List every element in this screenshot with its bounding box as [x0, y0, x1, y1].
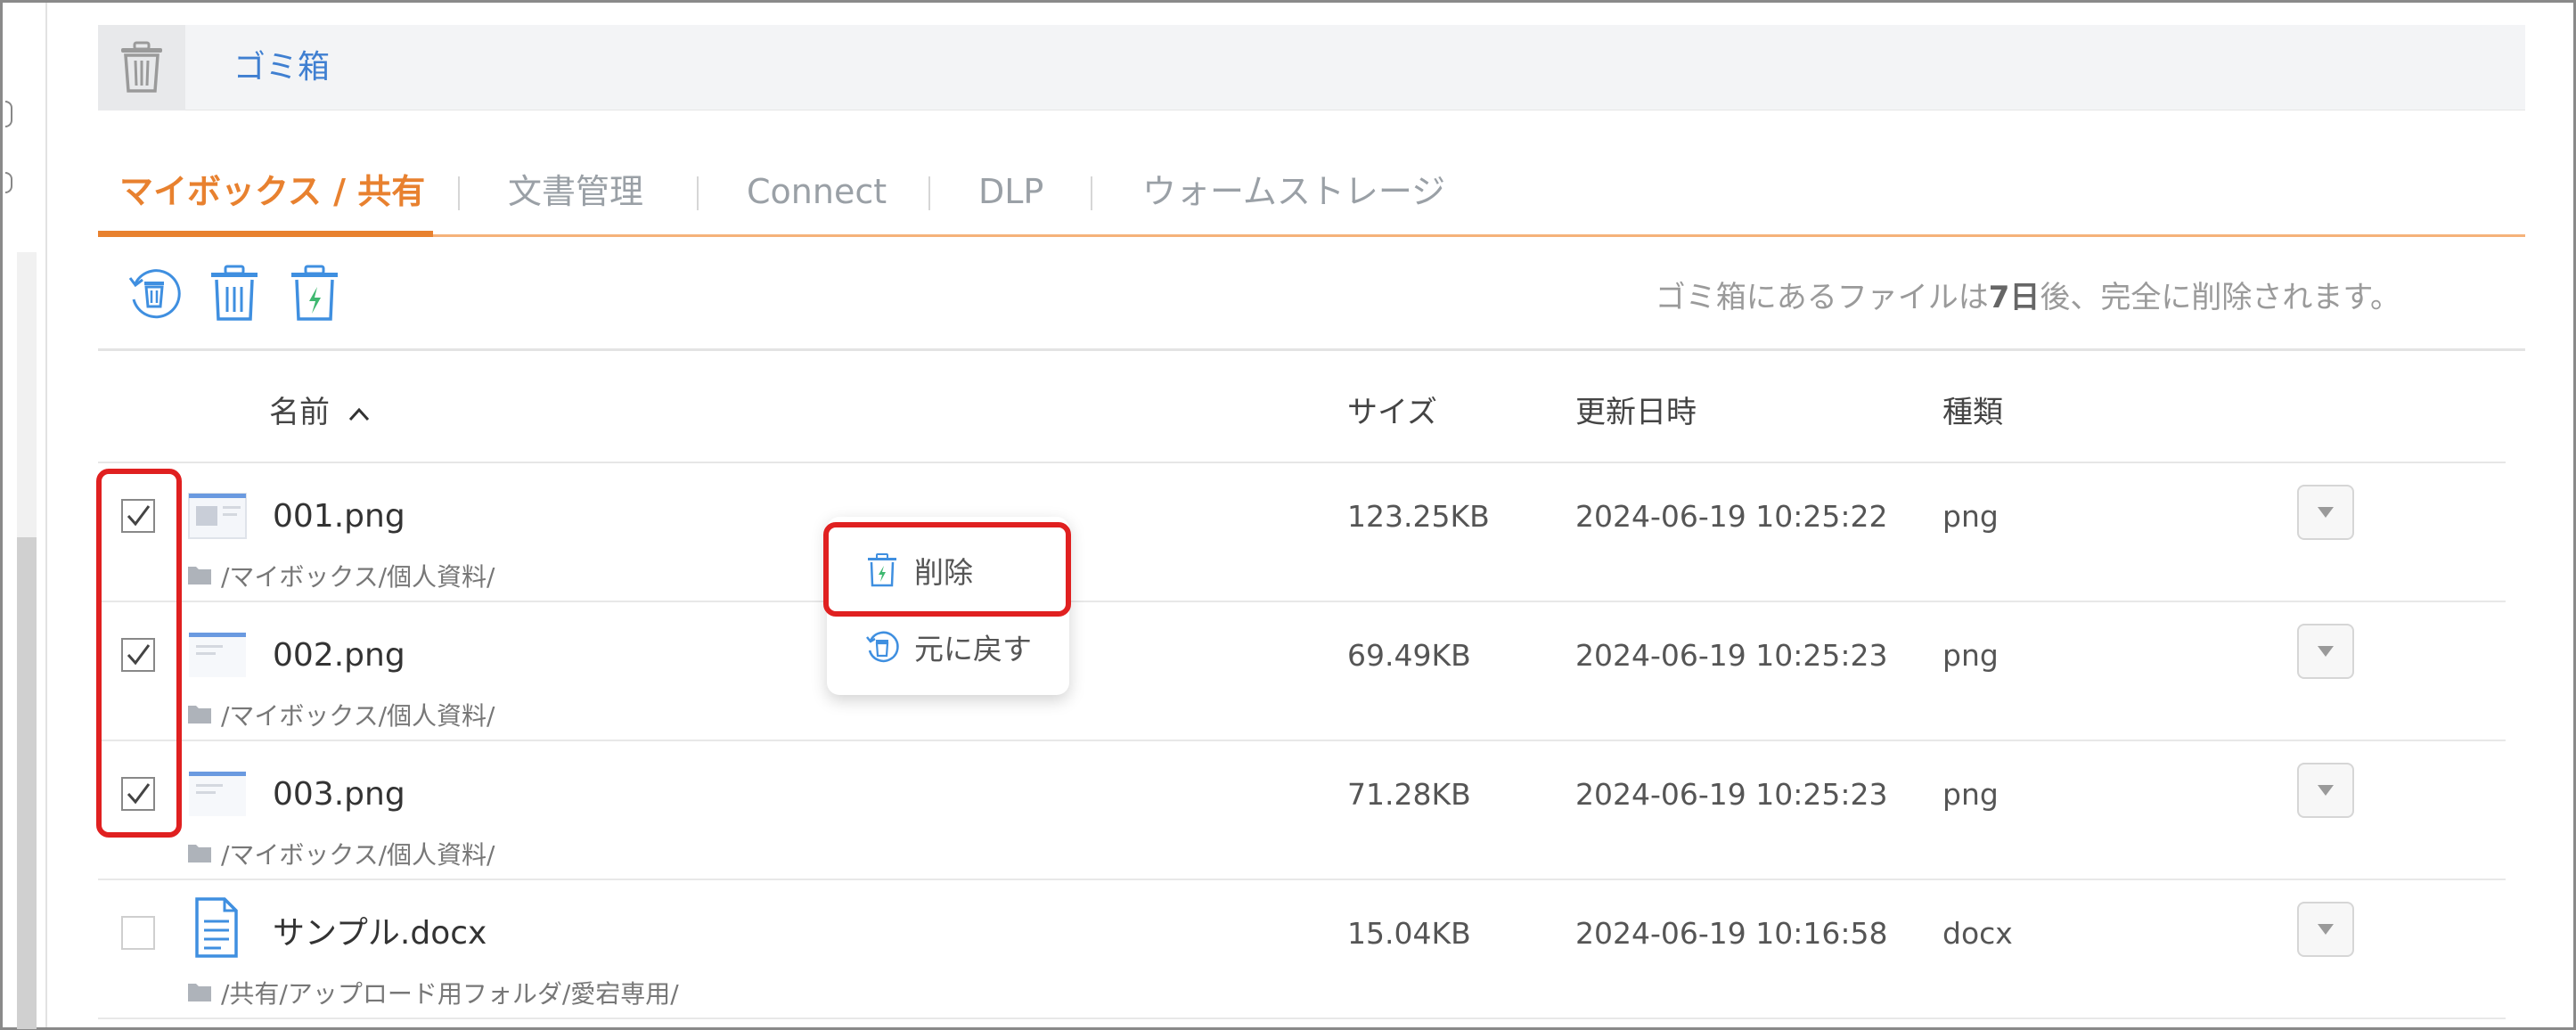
tab-warm-storage[interactable]: ウォームストレージ	[1142, 160, 1445, 223]
table-row[interactable]: 002.png /マイボックス/個人資料/ 69.49KB 2024-06-19…	[98, 602, 2506, 741]
restore-trash-icon	[128, 269, 181, 319]
file-name[interactable]: 001.png	[273, 488, 405, 545]
row-checkbox[interactable]	[121, 916, 155, 950]
tab-separator	[1091, 176, 1092, 210]
delete-trash-icon	[211, 265, 258, 321]
left-scrollbar[interactable]	[17, 252, 37, 1029]
file-updated: 2024-06-19 10:25:22	[1575, 499, 1888, 534]
file-updated: 2024-06-19 10:25:23	[1575, 638, 1888, 673]
tab-separator	[928, 176, 930, 210]
tab-separator	[697, 176, 699, 210]
file-updated: 2024-06-19 10:16:58	[1575, 916, 1888, 951]
menu-item-label: 元に戻す	[914, 632, 1032, 666]
toolbar: ゴミ箱にあるファイルは7日後、完全に削除されます。	[98, 237, 2525, 351]
file-path: /マイボックス/個人資料/	[187, 699, 495, 734]
row-action-dropdown[interactable]	[2297, 624, 2354, 679]
retention-notice: ゴミ箱にあるファイルは7日後、完全に削除されます。	[1656, 273, 2400, 316]
page-title: ゴミ箱	[233, 49, 331, 86]
tab-separator	[458, 176, 460, 210]
file-type: png	[1942, 777, 1999, 812]
notice-text: ゴミ箱にあるファイルは	[1655, 280, 1989, 315]
file-path-text: /マイボックス/個人資料/	[221, 840, 495, 870]
force-delete-trash-icon	[291, 265, 338, 321]
left-panel-edge	[3, 3, 47, 1029]
file-path-text: /マイボックス/個人資料/	[221, 562, 495, 592]
table-row[interactable]: サンプル.docx /共有/アップロード用フォルダ/愛宕専用/ 15.04KB …	[98, 880, 2506, 1019]
checkbox-highlight	[96, 469, 182, 838]
folder-icon	[187, 699, 212, 734]
file-size: 71.28KB	[1347, 777, 1471, 812]
file-type: docx	[1942, 916, 2013, 951]
restore-trash-icon	[863, 627, 902, 666]
left-edge-glyph	[5, 172, 12, 193]
folder-icon	[187, 838, 212, 873]
tab-mybox-shared[interactable]: マイボックス / 共有	[119, 160, 425, 223]
notice-text: 後、完全に削除されます。	[2040, 280, 2400, 315]
file-size: 15.04KB	[1347, 916, 1471, 951]
document-icon	[194, 896, 239, 959]
menu-item-restore[interactable]: 元に戻す	[827, 611, 1069, 683]
caret-down-icon	[2318, 646, 2334, 657]
image-thumbnail-icon	[187, 629, 248, 681]
trash-header: ゴミ箱	[98, 25, 2525, 110]
column-header-label: 名前	[269, 395, 330, 430]
file-size: 69.49KB	[1347, 638, 1471, 673]
image-thumbnail-icon	[187, 768, 248, 820]
file-size: 123.25KB	[1347, 499, 1490, 534]
column-header-updated[interactable]: 更新日時	[1575, 372, 1697, 453]
file-updated: 2024-06-19 10:25:23	[1575, 777, 1888, 812]
left-scrollbar-thumb[interactable]	[17, 537, 37, 1029]
file-type: png	[1942, 499, 1999, 534]
row-action-dropdown[interactable]	[2297, 763, 2354, 818]
left-edge-glyph	[5, 101, 12, 127]
force-delete-button[interactable]	[283, 262, 346, 324]
notice-days: 7日	[1988, 280, 2040, 315]
active-tab-indicator	[98, 231, 433, 237]
sort-ascending-icon	[348, 372, 371, 453]
tab-connect[interactable]: Connect	[747, 160, 887, 223]
file-name[interactable]: 002.png	[273, 627, 405, 684]
delete-highlight	[823, 522, 1071, 617]
caret-down-icon	[2318, 785, 2334, 796]
file-path-text: /共有/アップロード用フォルダ/愛宕専用/	[221, 979, 679, 1009]
column-header-name[interactable]: 名前	[269, 372, 371, 453]
file-type: png	[1942, 638, 1999, 673]
caret-down-icon	[2318, 924, 2334, 935]
column-header-type[interactable]: 種類	[1942, 372, 2003, 453]
file-path: /共有/アップロード用フォルダ/愛宕専用/	[187, 977, 679, 1012]
image-thumbnail-icon	[187, 490, 248, 542]
tab-dlp[interactable]: DLP	[978, 160, 1043, 223]
file-path: /マイボックス/個人資料/	[187, 560, 495, 595]
file-name[interactable]: サンプル.docx	[273, 905, 487, 962]
delete-button[interactable]	[203, 262, 266, 324]
file-path-text: /マイボックス/個人資料/	[221, 701, 495, 731]
folder-icon	[187, 560, 212, 595]
table-row[interactable]: 003.png /マイボックス/個人資料/ 71.28KB 2024-06-19…	[98, 741, 2506, 880]
trash-icon	[98, 25, 185, 110]
restore-button[interactable]	[123, 262, 185, 324]
table-row[interactable]: 001.png /マイボックス/個人資料/ 123.25KB 2024-06-1…	[98, 463, 2506, 602]
row-action-dropdown[interactable]	[2297, 485, 2354, 540]
tab-document-management[interactable]: 文書管理	[508, 160, 643, 223]
file-path: /マイボックス/個人資料/	[187, 838, 495, 873]
row-action-dropdown[interactable]	[2297, 902, 2354, 957]
caret-down-icon	[2318, 507, 2334, 518]
folder-icon	[187, 977, 212, 1012]
file-name[interactable]: 003.png	[273, 766, 405, 823]
tab-bar: マイボックス / 共有 文書管理 Connect DLP ウォームストレージ	[98, 151, 2525, 237]
column-header-size[interactable]: サイズ	[1347, 372, 1437, 453]
